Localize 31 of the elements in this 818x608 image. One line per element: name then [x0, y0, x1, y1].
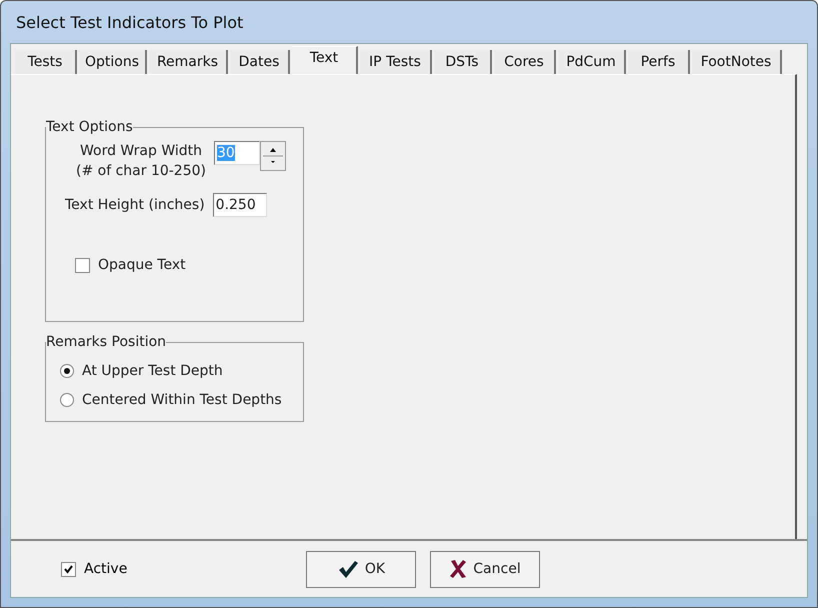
tab[interactable]: Text: [292, 46, 358, 74]
tab[interactable]: IP Tests: [360, 50, 432, 74]
tab[interactable]: Dates: [230, 50, 290, 74]
checkbox[interactable]: [61, 562, 76, 576]
field-label: Text Height (inches): [65, 197, 205, 213]
tab[interactable]: Perfs: [628, 50, 690, 74]
checkbox[interactable]: [75, 258, 90, 272]
tab[interactable]: Options: [79, 50, 147, 74]
tab[interactable]: Remarks: [149, 50, 228, 74]
tab[interactable]: Cores: [494, 50, 556, 74]
tab[interactable]: DSTs: [434, 50, 492, 74]
tab[interactable]: Tests: [15, 50, 77, 74]
x-icon: [449, 559, 468, 579]
checkbox-label: Opaque Text: [98, 257, 186, 273]
ok-button[interactable]: OK: [306, 550, 416, 588]
field-hint: (# of char 10-250): [76, 162, 206, 181]
tab[interactable]: FootNotes: [692, 50, 782, 74]
radio-label: Centered Within Test Depths: [82, 392, 282, 408]
radio-button[interactable]: [60, 392, 74, 406]
window-title: Select Test Indicators To Plot: [16, 12, 244, 32]
tab[interactable]: PdCum: [558, 50, 626, 74]
checkmark-icon: [336, 559, 359, 579]
cancel-button[interactable]: Cancel: [430, 550, 540, 588]
spin-buttons[interactable]: [260, 141, 286, 171]
field-label: Word Wrap Width: [80, 142, 202, 161]
group-title: Remarks Position: [46, 334, 166, 350]
group-title: Text Options: [46, 119, 133, 135]
radio-button[interactable]: [60, 364, 74, 378]
radio-label: At Upper Test Depth: [82, 362, 223, 378]
checkbox-label: Active: [84, 561, 128, 577]
text-height-field[interactable]: 0.250: [212, 193, 267, 217]
